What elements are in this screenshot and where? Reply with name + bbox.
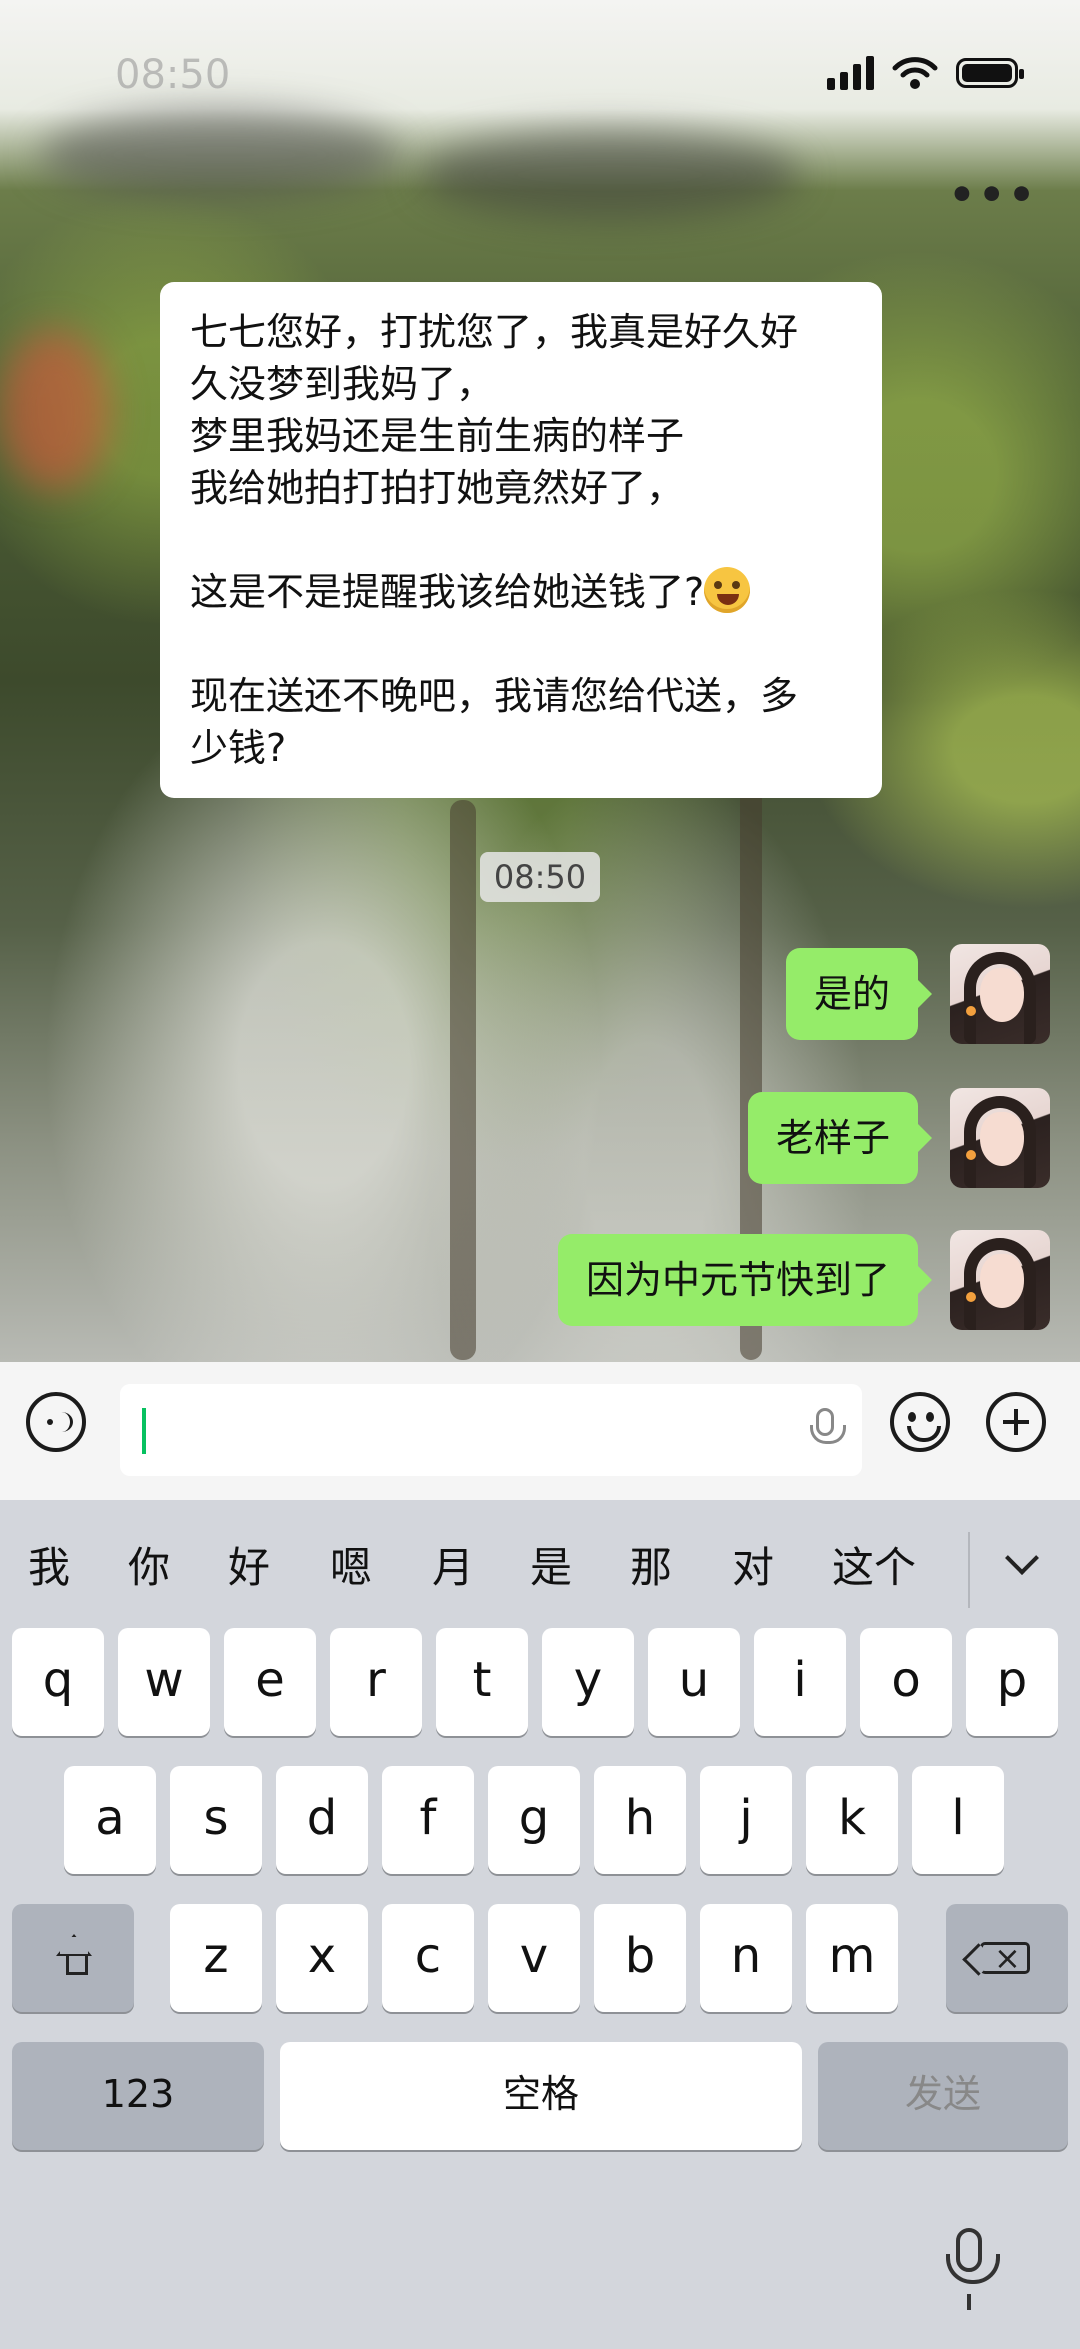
shift-arrow-icon	[56, 1934, 92, 1975]
candidate-word[interactable]: 好	[228, 1534, 270, 1595]
avatar[interactable]	[950, 1230, 1050, 1330]
key-c[interactable]: c	[382, 1904, 474, 2012]
key-a[interactable]: a	[64, 1766, 156, 1874]
message-line: 梦里我妈还是生前生病的样子	[190, 414, 685, 458]
candidate-word[interactable]: 嗯	[330, 1534, 372, 1595]
candidate-word[interactable]: 这个	[832, 1534, 916, 1595]
crying-laughing-emoji-icon	[704, 567, 751, 613]
key-u[interactable]: u	[648, 1628, 740, 1736]
incoming-message[interactable]: 七七您好，打扰您了，我真是好久好 久没梦到我妈了， 梦里我妈还是生前生病的样子 …	[160, 282, 882, 798]
outgoing-message[interactable]: 因为中元节快到了	[557, 1234, 933, 1326]
shift-key[interactable]	[12, 1904, 134, 2012]
blurred-name	[40, 110, 400, 200]
key-p[interactable]: p	[966, 1628, 1058, 1736]
message-gap	[190, 514, 852, 566]
voice-icon[interactable]	[26, 1392, 86, 1452]
input-bar	[0, 1362, 1080, 1500]
message-line: 现在送还不晚吧，我请您给代送，多	[190, 674, 799, 718]
key-k[interactable]: k	[806, 1766, 898, 1874]
key-i[interactable]: i	[754, 1628, 846, 1736]
message-line: 这是不是提醒我该给她送钱了?	[190, 570, 705, 614]
text-caret	[142, 1408, 146, 1454]
key-j[interactable]: j	[700, 1766, 792, 1874]
key-h[interactable]: h	[594, 1766, 686, 1874]
key-n[interactable]: n	[700, 1904, 792, 2012]
key-f[interactable]: f	[382, 1766, 474, 1874]
avatar[interactable]	[950, 1088, 1050, 1188]
key-e[interactable]: e	[224, 1628, 316, 1736]
candidate-word[interactable]: 月	[432, 1534, 474, 1595]
keyboard: 我 你 好 嗯 月 是 那 对 这个 q w e r t y u i o p a…	[0, 1500, 1080, 2349]
key-r[interactable]: r	[330, 1628, 422, 1736]
key-s[interactable]: s	[170, 1766, 262, 1874]
battery-icon	[956, 58, 1024, 88]
key-z[interactable]: z	[170, 1904, 262, 2012]
send-key[interactable]: 发送	[818, 2042, 1068, 2150]
background-tree	[450, 800, 476, 1360]
backspace-x-icon: ×	[994, 1939, 1021, 1977]
candidate-word[interactable]: 我	[28, 1534, 70, 1595]
message-line: 少钱?	[190, 726, 287, 770]
delete-key[interactable]: ×	[946, 1904, 1068, 2012]
message-line: 七七您好，打扰您了，我真是好久好	[190, 310, 799, 354]
more-icon[interactable]: •••	[948, 170, 1038, 219]
blurred-avatar	[0, 330, 110, 490]
message-line: 我给她拍打拍打她竟然好了，	[190, 466, 685, 510]
outgoing-message[interactable]: 是的	[785, 948, 933, 1040]
wifi-icon	[892, 57, 938, 89]
message-line: 久没梦到我妈了，	[190, 362, 495, 406]
emoji-icon[interactable]	[890, 1392, 950, 1452]
key-w[interactable]: w	[118, 1628, 210, 1736]
status-icons	[827, 56, 1024, 90]
avatar[interactable]	[950, 944, 1050, 1044]
candidate-word[interactable]: 对	[732, 1534, 774, 1595]
message-timestamp: 08:50	[480, 852, 600, 902]
mic-icon[interactable]	[810, 1408, 846, 1444]
candidate-bar: 我 你 好 嗯 月 是 那 对 这个	[0, 1500, 1080, 1636]
plus-icon[interactable]	[986, 1392, 1046, 1452]
space-key[interactable]: 空格	[280, 2042, 802, 2150]
chat-area[interactable]: 08:50 ••• 七七您好，打扰您了，我真是好久好 久没梦到我妈了， 梦里我妈…	[0, 0, 1080, 1362]
key-g[interactable]: g	[488, 1766, 580, 1874]
key-d[interactable]: d	[276, 1766, 368, 1874]
candidate-divider	[968, 1532, 970, 1608]
key-l[interactable]: l	[912, 1766, 1004, 1874]
key-m[interactable]: m	[806, 1904, 898, 2012]
key-b[interactable]: b	[594, 1904, 686, 2012]
candidate-word[interactable]: 你	[128, 1534, 170, 1595]
blurred-name	[420, 130, 800, 220]
signal-icon	[827, 56, 874, 90]
key-o[interactable]: o	[860, 1628, 952, 1736]
status-time: 08:50	[115, 52, 231, 98]
outgoing-message[interactable]: 老样子	[747, 1092, 933, 1184]
message-input[interactable]	[120, 1384, 862, 1476]
message-line-with-emoji: 这是不是提醒我该给她送钱了?	[190, 566, 852, 618]
key-v[interactable]: v	[488, 1904, 580, 2012]
mic-icon[interactable]	[946, 2228, 1000, 2310]
key-x[interactable]: x	[276, 1904, 368, 2012]
key-t[interactable]: t	[436, 1628, 528, 1736]
number-mode-key[interactable]: 123	[12, 2042, 264, 2150]
candidate-word[interactable]: 那	[630, 1534, 672, 1595]
key-q[interactable]: q	[12, 1628, 104, 1736]
candidate-word[interactable]: 是	[530, 1534, 572, 1595]
chevron-down-icon[interactable]	[1005, 1541, 1039, 1575]
key-y[interactable]: y	[542, 1628, 634, 1736]
message-gap	[190, 618, 852, 670]
